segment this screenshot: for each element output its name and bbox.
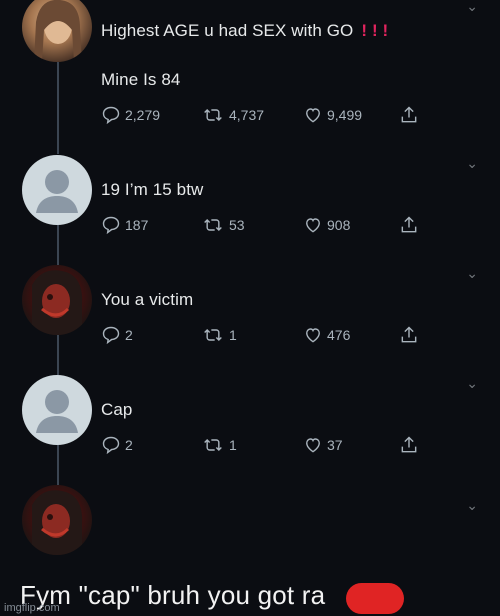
retweet-icon bbox=[204, 218, 222, 232]
avatar-image bbox=[32, 270, 83, 335]
like-button[interactable]: 908 bbox=[303, 215, 350, 235]
retweet-button[interactable]: 1 bbox=[201, 325, 237, 345]
share-button[interactable] bbox=[399, 325, 419, 345]
share-button[interactable] bbox=[399, 105, 419, 125]
heart-icon bbox=[306, 438, 320, 453]
share-icon bbox=[401, 436, 417, 453]
chevron-down-icon[interactable]: ⌄ bbox=[466, 375, 478, 392]
like-button[interactable]: 37 bbox=[303, 435, 343, 455]
reply-button[interactable]: 2 bbox=[101, 435, 133, 455]
chevron-down-icon[interactable]: ⌄ bbox=[466, 155, 478, 172]
reply-button[interactable]: 187 bbox=[101, 215, 148, 235]
tweet-text: Mine Is 84 bbox=[101, 70, 181, 89]
reply-icon bbox=[102, 326, 120, 345]
tweet-text: Cap bbox=[101, 400, 133, 419]
chevron-down-icon[interactable]: ⌄ bbox=[466, 0, 478, 15]
tweet-actions: 2 1 476 bbox=[101, 325, 431, 347]
reply-button[interactable]: 2 bbox=[101, 325, 133, 345]
retweet-icon bbox=[204, 328, 222, 342]
heart-icon bbox=[306, 218, 320, 233]
chevron-down-icon[interactable]: ⌄ bbox=[466, 497, 478, 514]
tweet[interactable]: 19 I’m 15 btw ⌄ 187 53 908 bbox=[0, 155, 500, 255]
like-count: 9,499 bbox=[327, 107, 363, 123]
avatar[interactable] bbox=[22, 0, 92, 62]
tweet[interactable]: Highest AGE u had SEX with GO ! ! ! Mine … bbox=[0, 0, 500, 150]
tweet-actions: 187 53 908 bbox=[101, 215, 431, 237]
retweet-icon bbox=[204, 438, 222, 452]
like-button[interactable]: 9,499 bbox=[303, 105, 362, 125]
tweet-text: Fym "cap" bruh you got ra bbox=[20, 580, 326, 610]
retweet-count: 1 bbox=[229, 437, 237, 453]
retweet-button[interactable]: 1 bbox=[201, 435, 237, 455]
avatar-image bbox=[34, 0, 82, 62]
reply-icon bbox=[102, 216, 120, 235]
reply-count: 2 bbox=[125, 327, 133, 343]
reply-count: 2 bbox=[125, 437, 133, 453]
like-count: 476 bbox=[327, 327, 351, 343]
tweet[interactable]: You a victim ⌄ 2 1 476 bbox=[0, 265, 500, 365]
default-avatar-icon bbox=[36, 170, 78, 213]
avatar[interactable] bbox=[22, 265, 92, 335]
reply-button[interactable]: 2,279 bbox=[101, 105, 160, 125]
share-icon bbox=[401, 216, 417, 233]
reply-count: 187 bbox=[125, 217, 149, 233]
watermark: imgflip.com bbox=[4, 602, 60, 614]
retweet-icon bbox=[204, 108, 222, 122]
retweet-count: 53 bbox=[229, 217, 245, 233]
reply-icon bbox=[102, 436, 120, 455]
tweet-actions: 2,279 4,737 9,499 bbox=[101, 105, 431, 127]
heart-icon bbox=[306, 328, 320, 343]
retweet-button[interactable]: 4,737 bbox=[201, 105, 264, 125]
avatar[interactable] bbox=[22, 485, 92, 555]
like-count: 908 bbox=[327, 217, 351, 233]
share-button[interactable] bbox=[399, 435, 419, 455]
like-count: 37 bbox=[327, 437, 343, 453]
tweet-text: You a victim bbox=[101, 290, 194, 309]
red-redaction-scribble bbox=[346, 583, 404, 614]
exclamation-marks: ! ! ! bbox=[361, 21, 389, 40]
share-icon bbox=[401, 326, 417, 343]
tweet-actions: 2 1 37 bbox=[101, 435, 431, 457]
tweet-line: Highest AGE u had SEX with GO bbox=[101, 21, 354, 40]
tweet[interactable]: Cap ⌄ 2 1 37 bbox=[0, 375, 500, 475]
reply-count: 2,279 bbox=[125, 107, 161, 123]
retweet-button[interactable]: 53 bbox=[201, 215, 245, 235]
like-button[interactable]: 476 bbox=[303, 325, 350, 345]
default-avatar-icon bbox=[36, 390, 78, 433]
tweet-text: Highest AGE u had SEX with GO ! ! ! bbox=[101, 21, 388, 41]
retweet-count: 1 bbox=[229, 327, 237, 343]
avatar[interactable] bbox=[22, 155, 92, 225]
chevron-down-icon[interactable]: ⌄ bbox=[466, 265, 478, 282]
tweet-text: 19 I’m 15 btw bbox=[101, 180, 204, 199]
share-button[interactable] bbox=[399, 215, 419, 235]
share-icon bbox=[401, 106, 417, 123]
heart-icon bbox=[306, 108, 320, 123]
avatar[interactable] bbox=[22, 375, 92, 445]
reply-icon bbox=[102, 106, 120, 125]
avatar-image bbox=[32, 490, 83, 555]
retweet-count: 4,737 bbox=[229, 107, 265, 123]
